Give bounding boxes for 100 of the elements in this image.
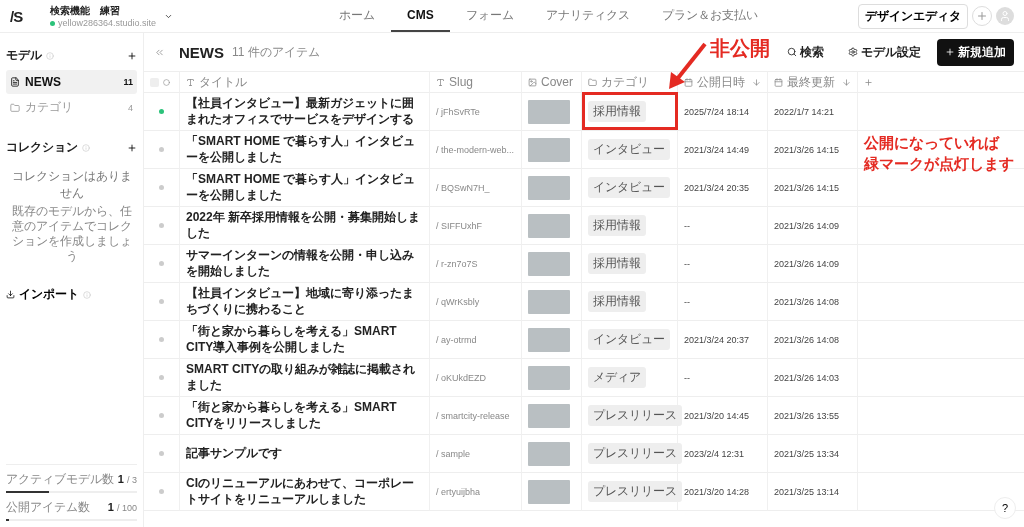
date-cell: -- <box>684 220 690 231</box>
category-tag: プレスリリース <box>588 443 682 464</box>
add-collection-button[interactable] <box>127 142 137 153</box>
date-cell: 2021/3/26 14:08 <box>774 296 840 307</box>
title-cell-text: 「SMART HOME で暮らす人」インタビューを公開しました <box>186 171 417 204</box>
column-header[interactable]: 最終更新 <box>787 73 835 91</box>
column-header[interactable]: Slug <box>449 75 474 89</box>
nav-tab[interactable]: アナリティクス <box>529 0 646 32</box>
category-tag: インタビュー <box>588 177 670 198</box>
photo-placeholder <box>528 99 570 124</box>
slug-cell: / ay-otrmd <box>436 334 477 345</box>
column-header[interactable]: 公開日時 <box>697 73 745 91</box>
pointer-arrow <box>668 42 708 90</box>
logo[interactable]: /S <box>10 7 38 25</box>
section-title: モデル <box>6 47 42 64</box>
annotation-text: 非公開 <box>710 36 770 61</box>
date-cell: 2021/3/20 14:28 <box>684 486 750 497</box>
usage-limit: / 3 <box>127 475 137 485</box>
image-icon <box>528 77 537 87</box>
search-icon <box>787 47 797 57</box>
usage-value: 1 <box>107 501 114 513</box>
category-tag: インタビュー <box>588 329 670 350</box>
photo-placeholder <box>528 327 570 352</box>
category-tag: インタビュー <box>588 139 670 160</box>
add-column-icon[interactable] <box>864 77 873 87</box>
date-cell: 2023/2/4 12:31 <box>684 448 745 459</box>
title-cell-text: 「SMART HOME で暮らす人」インタビューを公開しました <box>186 133 417 166</box>
date-cell: 2021/3/24 20:35 <box>684 182 750 193</box>
photo-placeholder <box>528 137 570 162</box>
text-type-icon <box>436 77 445 87</box>
add-button[interactable]: 新規追加 <box>937 38 1014 66</box>
category-tag: メディア <box>588 367 646 388</box>
model-item[interactable]: カテゴリ 4 <box>6 94 137 121</box>
title-cell-text: 「街と家から暮らしを考える」SMART CITYをリリースしました <box>186 399 398 432</box>
slug-cell: / oKUkdEZD <box>436 372 486 383</box>
column-header[interactable]: タイトル <box>199 73 247 91</box>
photo-placeholder <box>528 289 570 314</box>
category-tag: プレスリリース <box>588 405 682 426</box>
nav-tab[interactable]: フォーム <box>449 0 530 32</box>
folder-icon <box>588 77 597 87</box>
usage-label: アクティブモデル数 <box>6 471 114 488</box>
settings-button[interactable]: モデル設定 <box>840 38 929 66</box>
category-tag: 採用情報 <box>588 215 646 236</box>
annotation-text: 緑マークが点灯します <box>864 155 1014 174</box>
sort-arrow-icon[interactable] <box>842 77 851 87</box>
photo-placeholder <box>528 441 570 466</box>
slug-cell: / BQSwN7H_ <box>436 182 490 193</box>
sort-arrow-icon[interactable] <box>752 77 761 87</box>
title-cell: 記事サンプルです <box>186 445 282 462</box>
settings-icon <box>848 47 858 57</box>
date-cell: 2021/3/26 14:15 <box>774 182 840 193</box>
item-count: 11 件のアイテム <box>232 43 320 61</box>
import-link[interactable]: インポート <box>6 286 137 303</box>
add-model-button[interactable] <box>127 50 137 61</box>
slug-cell: / jFhSvRTe <box>436 106 480 117</box>
slug-cell: / ertyuijbha <box>436 486 481 497</box>
download-icon <box>6 290 15 299</box>
date-cell: 2022/1/7 14:21 <box>774 106 835 117</box>
category-tag: 採用情報 <box>588 101 646 122</box>
nav-tab[interactable]: プラン＆お支払い <box>645 0 774 32</box>
date-cell: 2021/3/25 13:34 <box>774 448 840 459</box>
model-item[interactable]: NEWS 11 <box>6 70 137 94</box>
photo-placeholder <box>528 365 570 390</box>
nav-tab[interactable]: ホーム <box>323 0 392 32</box>
slug-cell: / the-modern-web... <box>436 144 515 155</box>
usage-limit: / 100 <box>116 503 137 513</box>
nav-tab[interactable]: CMS <box>391 0 450 32</box>
plus-icon <box>945 47 955 57</box>
title-cell-text: SMART CITYの取り組みが雑誌に掲載されました <box>186 361 417 394</box>
category-tag: プレスリリース <box>588 481 682 502</box>
slug-cell: / smartcity-release <box>436 410 510 421</box>
date-cell: 2021/3/26 14:09 <box>774 258 840 269</box>
page-title: NEWS <box>179 43 224 61</box>
text-type-icon <box>186 77 195 87</box>
avatar[interactable] <box>996 7 1014 25</box>
title-cell-text: CIのリニューアルにあわせて、コーポレートサイトをリニューアルしました <box>186 475 415 508</box>
search-button[interactable]: 検索 <box>779 38 832 66</box>
slug-cell: / qWrKsbly <box>436 296 480 307</box>
date-cell: 2021/3/26 14:03 <box>774 372 840 383</box>
title-cell-text: サマーインターンの情報を公開・申し込みを開始しました <box>186 247 415 280</box>
add-button[interactable] <box>972 6 992 26</box>
section-title: コレクション <box>6 139 78 156</box>
help-button[interactable]: ? <box>994 497 1016 519</box>
usage-label: 公開アイテム数 <box>6 499 90 516</box>
photo-placeholder <box>528 403 570 428</box>
photo-placeholder <box>528 479 570 504</box>
column-header[interactable]: カテゴリ <box>601 73 649 91</box>
status-dot <box>50 20 55 26</box>
document-icon <box>10 77 20 87</box>
title-cell-text: 「街と家から暮らしを考える」SMART CITY導入事例を公開しました <box>186 323 398 356</box>
date-cell: 2021/3/26 13:55 <box>774 410 840 421</box>
site-name: 検索機能 練習 <box>50 4 121 18</box>
calendar-icon <box>774 77 783 87</box>
usage-value: 1 <box>117 473 124 485</box>
column-header[interactable]: Cover <box>541 75 573 89</box>
design-editor-button[interactable]: デザインエディタ <box>858 3 968 29</box>
info-icon <box>83 290 91 299</box>
date-cell: -- <box>684 258 690 269</box>
annotation-text: 公開になっていれば <box>864 134 999 153</box>
date-cell: -- <box>684 372 690 383</box>
